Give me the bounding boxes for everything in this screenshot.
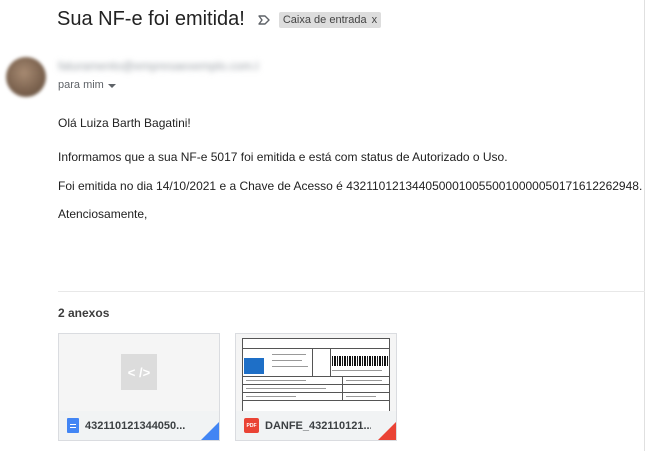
attachment-filename: 432110121344050... [85, 419, 186, 432]
inbox-label-text: Caixa de entrada [282, 13, 367, 26]
pdf-icon: PDF [244, 418, 259, 433]
recipient-label: para mim [58, 79, 104, 91]
attachment-filename: DANFE_432110121... [265, 419, 371, 432]
corner-fold-icon [378, 422, 396, 440]
attachment-card-xml[interactable]: < /> 432110121344050... [58, 333, 220, 441]
danfe-preview-image [242, 338, 390, 411]
inbox-label-chip[interactable]: Caixa de entrada x [278, 11, 382, 28]
attachment-footer: PDF DANFE_432110121... [236, 411, 396, 440]
sender-address[interactable]: faturamento@empresaexemplo.com.br [58, 59, 258, 73]
chevron-down-icon[interactable] [107, 84, 116, 88]
attachment-thumbnail [236, 334, 396, 411]
body-line-status: Informamos que a sua NF-e 5017 foi emiti… [58, 150, 508, 164]
doc-icon [67, 418, 79, 433]
attachment-thumbnail: < /> [59, 334, 219, 411]
code-file-icon: < /> [121, 354, 157, 390]
attachment-footer: 432110121344050... [59, 411, 219, 440]
attachments-divider [58, 291, 645, 292]
closing-text: Atenciosamente, [58, 207, 148, 221]
corner-fold-icon [201, 422, 219, 440]
company-logo-icon [244, 358, 264, 374]
recipient-toggle[interactable]: para mim [58, 79, 116, 91]
sender-avatar[interactable] [6, 57, 46, 97]
barcode-icon [332, 356, 388, 366]
body-line-access-key: Foi emitida no dia 14/10/2021 e a Chave … [58, 179, 643, 193]
subject-row: Sua NF-e foi emitida! Caixa de entrada x [57, 8, 382, 31]
attachments-count: 2 anexos [58, 306, 110, 320]
greeting-text: Olá Luiza Barth Bagatini! [58, 116, 191, 130]
remove-label-icon[interactable]: x [372, 14, 378, 26]
email-subject: Sua NF-e foi emitida! [57, 8, 245, 30]
attachment-card-pdf[interactable]: PDF DANFE_432110121... [235, 333, 397, 441]
importance-marker-icon[interactable] [257, 13, 271, 27]
